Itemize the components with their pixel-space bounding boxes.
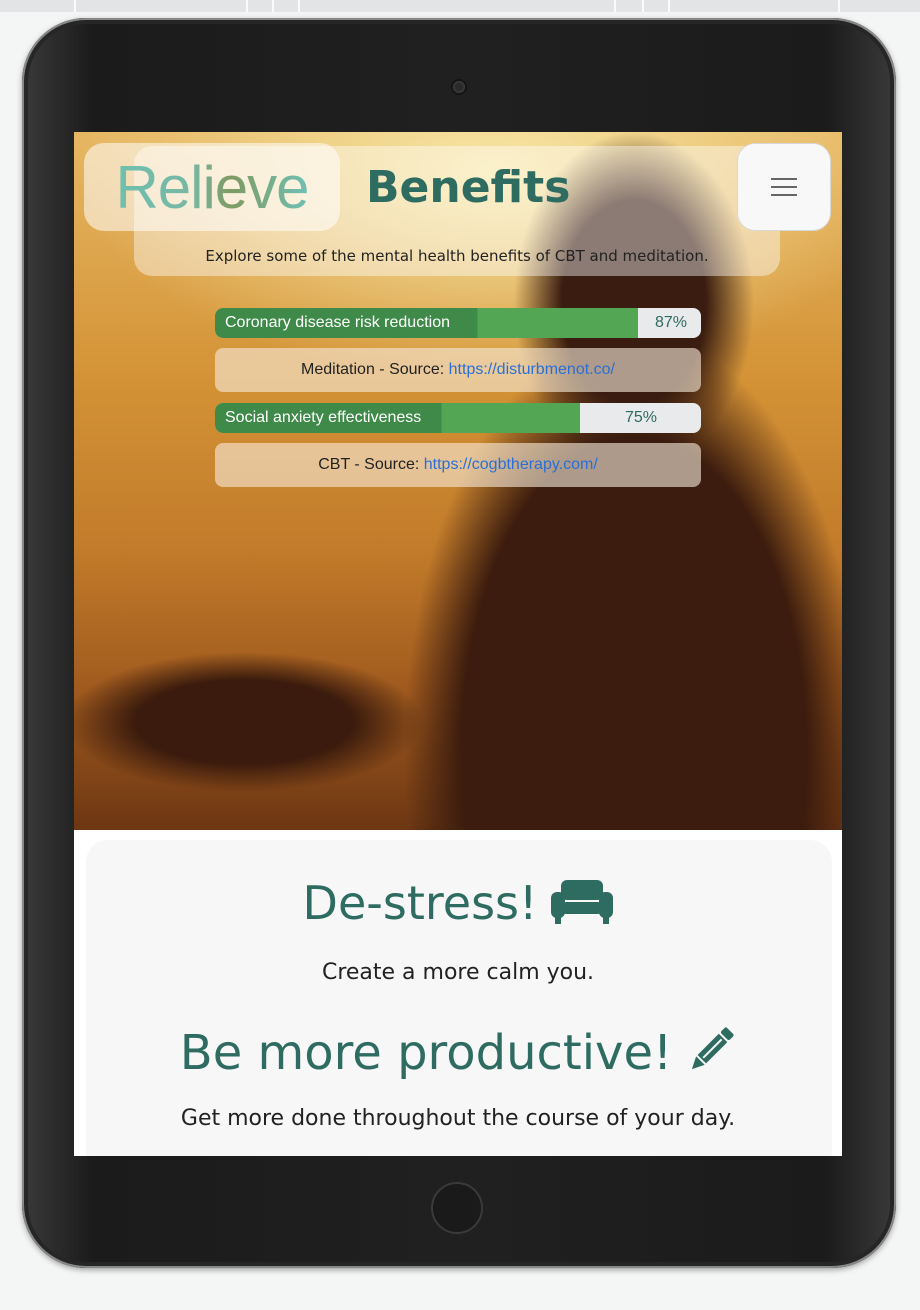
source-prefix: CBT - Source: (318, 456, 424, 473)
tablet-screen: Relieve Benefits Explore some of the men… (74, 132, 842, 1156)
source-cbt: CBT - Source: https://cogbtherapy.com/ (215, 443, 701, 487)
divider (272, 0, 274, 12)
divider (642, 0, 644, 12)
page-subtitle: Explore some of the mental health benefi… (205, 247, 709, 265)
pencil-icon (686, 1025, 736, 1087)
progress-label: Coronary disease risk reduction (225, 314, 450, 331)
couch-icon (551, 878, 614, 935)
hamburger-icon (771, 172, 797, 202)
divider (838, 0, 840, 12)
feature-text: Create a more calm you. (321, 960, 595, 985)
feature-heading-destress: De-stress! (74, 876, 842, 935)
home-button[interactable] (431, 1182, 483, 1234)
feature-heading-productive: Be more productive! (74, 1025, 842, 1087)
menu-button[interactable] (737, 143, 831, 231)
source-link[interactable]: https://cogbtherapy.com/ (424, 456, 598, 473)
feature-text: Get more done throughout the course of y… (180, 1106, 736, 1131)
progress-bar-social-anxiety: Social anxiety effectiveness 75% (215, 403, 701, 433)
feature-heading-text: Be more productive! (179, 1025, 673, 1081)
divider (74, 0, 76, 12)
progress-percent: 87% (654, 314, 687, 331)
progress-label: Social anxiety effectiveness (225, 409, 422, 426)
camera-icon (453, 81, 465, 93)
progress-bar-coronary: Coronary disease risk reduction 87% (215, 308, 701, 338)
source-prefix: Meditation - Source: (301, 361, 449, 378)
brand-logo[interactable]: Relieve (84, 143, 340, 231)
source-meditation: Meditation - Source: https://disturbmeno… (215, 348, 701, 392)
feature-heading-text: De-stress! (302, 876, 538, 930)
divider (668, 0, 670, 12)
page-title: Benefits (366, 162, 571, 213)
logo-text: Relieve (115, 153, 309, 221)
progress-percent: 75% (624, 409, 657, 426)
browser-top-strip (0, 0, 920, 12)
divider (614, 0, 616, 12)
divider (246, 0, 248, 12)
divider (298, 0, 300, 12)
source-link[interactable]: https://disturbmenot.co/ (449, 361, 615, 378)
